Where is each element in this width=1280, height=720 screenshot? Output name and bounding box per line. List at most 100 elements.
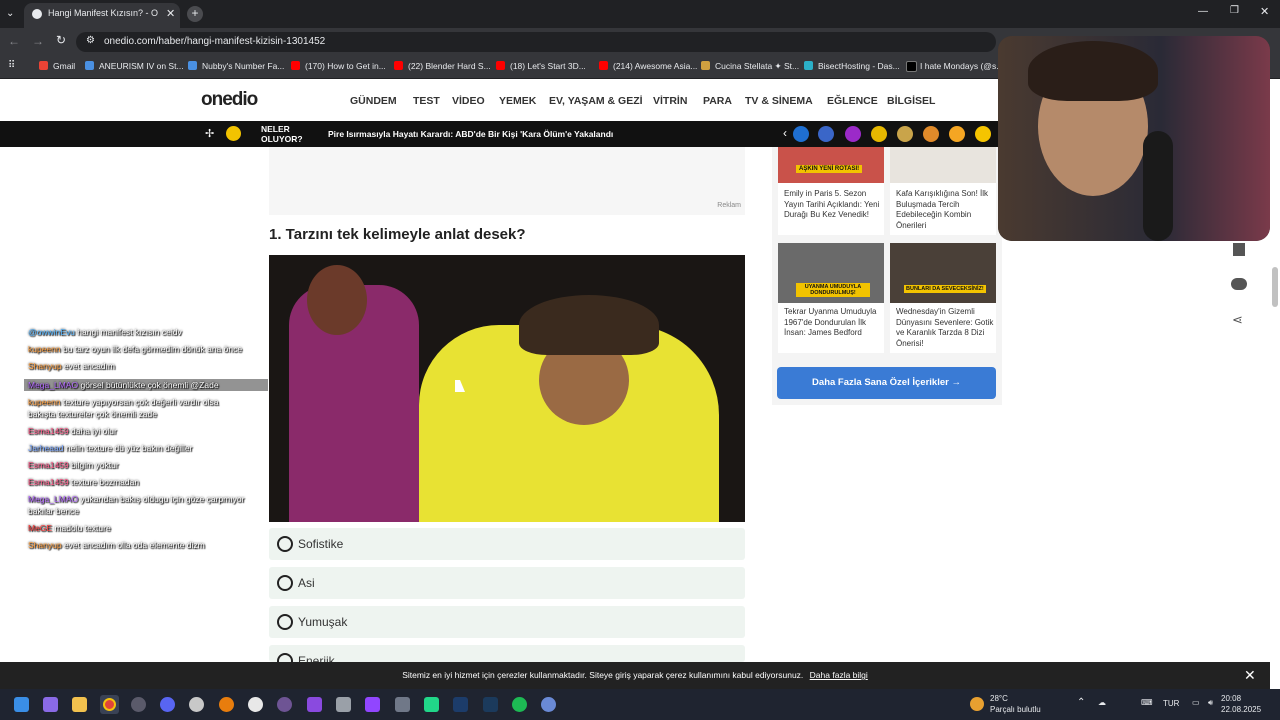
more-content-button[interactable]: Daha Fazla Sana Özel İçerikler → xyxy=(777,367,996,399)
option-enerjik[interactable]: Enerjik xyxy=(269,645,745,662)
bookmark-cucina[interactable]: Cucina Stellata ✦ St... xyxy=(715,61,799,72)
category-icon[interactable] xyxy=(923,126,939,142)
chat-message: Esma1459 texture bozmadan xyxy=(28,477,140,487)
page-scrollbar[interactable] xyxy=(1272,267,1278,307)
tab-list-button[interactable]: ⌄ xyxy=(6,8,14,19)
comment-icon[interactable] xyxy=(1231,278,1247,290)
recommendation-card[interactable]: BUNLARI DA SEVECEKSİNİZ! Wednesday'in Gi… xyxy=(890,243,996,353)
cookie-close-icon[interactable]: ✕ xyxy=(1244,667,1256,684)
app-icon[interactable] xyxy=(395,697,410,712)
radio-icon[interactable] xyxy=(277,536,293,552)
twitch-icon[interactable] xyxy=(365,697,380,712)
figure-left-head xyxy=(307,265,367,335)
recommendation-card[interactable]: Kafa Karışıklığına Son! İlk Buluşmada Te… xyxy=(890,147,996,235)
category-icon[interactable] xyxy=(897,126,913,142)
nav-vitrin[interactable]: VİTRİN xyxy=(653,95,687,107)
recommendation-card[interactable]: AŞKIN YENİ ROTASI! Emily in Paris 5. Sez… xyxy=(778,147,884,235)
nav-video[interactable]: VİDEO xyxy=(452,95,485,107)
photoshop-icon[interactable] xyxy=(453,697,468,712)
bookmark-yt-18[interactable]: (18) Let's Start 3D... xyxy=(510,61,586,71)
mouse-cursor-icon xyxy=(455,380,465,392)
radio-icon[interactable] xyxy=(277,614,293,630)
blender-icon[interactable] xyxy=(219,697,234,712)
app-icon[interactable] xyxy=(336,697,351,712)
reload-icon[interactable]: ↻ xyxy=(56,33,66,47)
card-image xyxy=(890,147,996,183)
bookmark-icon[interactable] xyxy=(1233,243,1245,256)
visual-studio-icon[interactable] xyxy=(307,697,322,712)
nav-para[interactable]: PARA xyxy=(703,95,732,107)
address-bar[interactable]: ⚙ onedio.com/haber/hangi-manifest-kizisi… xyxy=(76,32,996,52)
bookmark-bisect[interactable]: BisectHosting - Das... xyxy=(818,61,900,71)
option-asi[interactable]: Asi xyxy=(269,567,745,599)
nav-test[interactable]: TEST xyxy=(413,95,440,107)
nav-gundem[interactable]: GÜNDEM xyxy=(350,95,397,107)
bookmark-yt-22[interactable]: (22) Blender Hard S... xyxy=(408,61,491,71)
category-icon[interactable] xyxy=(845,126,861,142)
copilot-icon[interactable] xyxy=(43,697,58,712)
minimize-icon[interactable]: — xyxy=(1198,6,1208,17)
clock-date[interactable]: 22.08.2025 xyxy=(1221,705,1261,714)
nav-ev-yasam-gezi[interactable]: EV, YAŞAM & GEZİ xyxy=(549,95,643,107)
pycharm-icon[interactable] xyxy=(424,697,439,712)
nav-bilgisel[interactable]: BİLGİSEL xyxy=(887,95,935,107)
language-indicator[interactable]: TUR xyxy=(1163,699,1179,708)
onedrive-icon[interactable]: ☁ xyxy=(1098,698,1106,707)
discord-icon[interactable] xyxy=(160,697,175,712)
chevron-up-icon[interactable]: ⌃ xyxy=(1077,697,1085,708)
bookmark-nubby[interactable]: Nubby's Number Fa... xyxy=(202,61,284,71)
windows-start-icon[interactable] xyxy=(14,697,29,712)
bookmark-x[interactable]: I hate Mondays (@s... xyxy=(920,61,1003,71)
bookmark-gmail[interactable]: Gmail xyxy=(53,61,75,71)
figure-right-hair xyxy=(519,295,659,355)
category-icon[interactable] xyxy=(793,126,809,142)
chevron-left-icon[interactable]: ‹ xyxy=(783,126,787,140)
share-icon[interactable]: ⋖ xyxy=(1232,312,1243,328)
tab-close-icon[interactable]: ✕ xyxy=(166,7,175,20)
bookmark-aneurism[interactable]: ANEURISM IV on St... xyxy=(99,61,184,71)
file-explorer-icon[interactable] xyxy=(72,697,87,712)
window-close-icon[interactable]: ✕ xyxy=(1260,5,1269,18)
radio-icon[interactable] xyxy=(277,653,293,662)
category-icon[interactable] xyxy=(818,126,834,142)
bookmark-yt-170[interactable]: (170) How to Get in... xyxy=(305,61,386,71)
apps-icon[interactable]: ⠿ xyxy=(8,60,15,71)
keyboard-icon[interactable]: ⌨ xyxy=(1141,698,1153,707)
cookie-more-link[interactable]: Daha fazla bilgi xyxy=(810,670,868,680)
display-icon[interactable]: ▭ xyxy=(1192,698,1200,707)
clock-time[interactable]: 20:08 xyxy=(1221,694,1241,703)
chat-message: @owwinEvu hangi manifest kızısın ceidv xyxy=(28,327,182,337)
maximize-icon[interactable]: ❐ xyxy=(1230,5,1239,16)
forward-icon[interactable]: → xyxy=(32,34,44,48)
chrome-icon[interactable] xyxy=(100,695,119,714)
news-headline[interactable]: Pire Isırmasıyla Hayatı Karardı: ABD'de … xyxy=(328,129,613,139)
unreal-icon[interactable] xyxy=(248,697,263,712)
radio-icon[interactable] xyxy=(277,575,293,591)
app-icon[interactable] xyxy=(541,697,556,712)
news-badge-icon xyxy=(226,126,241,141)
volume-icon[interactable]: 🔊︎ xyxy=(1208,698,1213,708)
app-icon[interactable] xyxy=(189,697,204,712)
bookmark-yt-214[interactable]: (214) Awesome Asia... xyxy=(613,61,697,71)
app-icon[interactable] xyxy=(131,697,146,712)
nav-eglence[interactable]: EĞLENCE xyxy=(827,95,878,107)
nav-tv-sinema[interactable]: TV & SİNEMA xyxy=(745,95,813,107)
weather-icon[interactable] xyxy=(970,697,984,711)
site-logo[interactable]: onedio xyxy=(201,89,258,111)
emoji-sad-icon[interactable] xyxy=(975,126,991,142)
steam-icon[interactable] xyxy=(483,697,498,712)
github-icon[interactable] xyxy=(277,697,292,712)
recommendation-card[interactable]: UYANMA UMUDUYLA DONDURULMUŞ! Tekrar Uyan… xyxy=(778,243,884,353)
site-info-icon[interactable]: ⚙ xyxy=(86,35,95,46)
category-icon[interactable] xyxy=(871,126,887,142)
option-yumusak[interactable]: Yumuşak xyxy=(269,606,745,638)
back-icon[interactable]: ← xyxy=(8,34,20,48)
browser-tab[interactable]: Hangi Manifest Kızısın? - Onedio ✕ xyxy=(24,3,180,28)
spotify-icon[interactable] xyxy=(512,697,527,712)
chat-message: MeGE madolu texture xyxy=(28,523,111,533)
emoji-love-icon[interactable] xyxy=(949,126,965,142)
option-sofistike[interactable]: Sofistike xyxy=(269,528,745,560)
grid-icon[interactable]: ✢ xyxy=(205,127,214,140)
nav-yemek[interactable]: YEMEK xyxy=(499,95,536,107)
new-tab-button[interactable]: + xyxy=(187,6,203,22)
